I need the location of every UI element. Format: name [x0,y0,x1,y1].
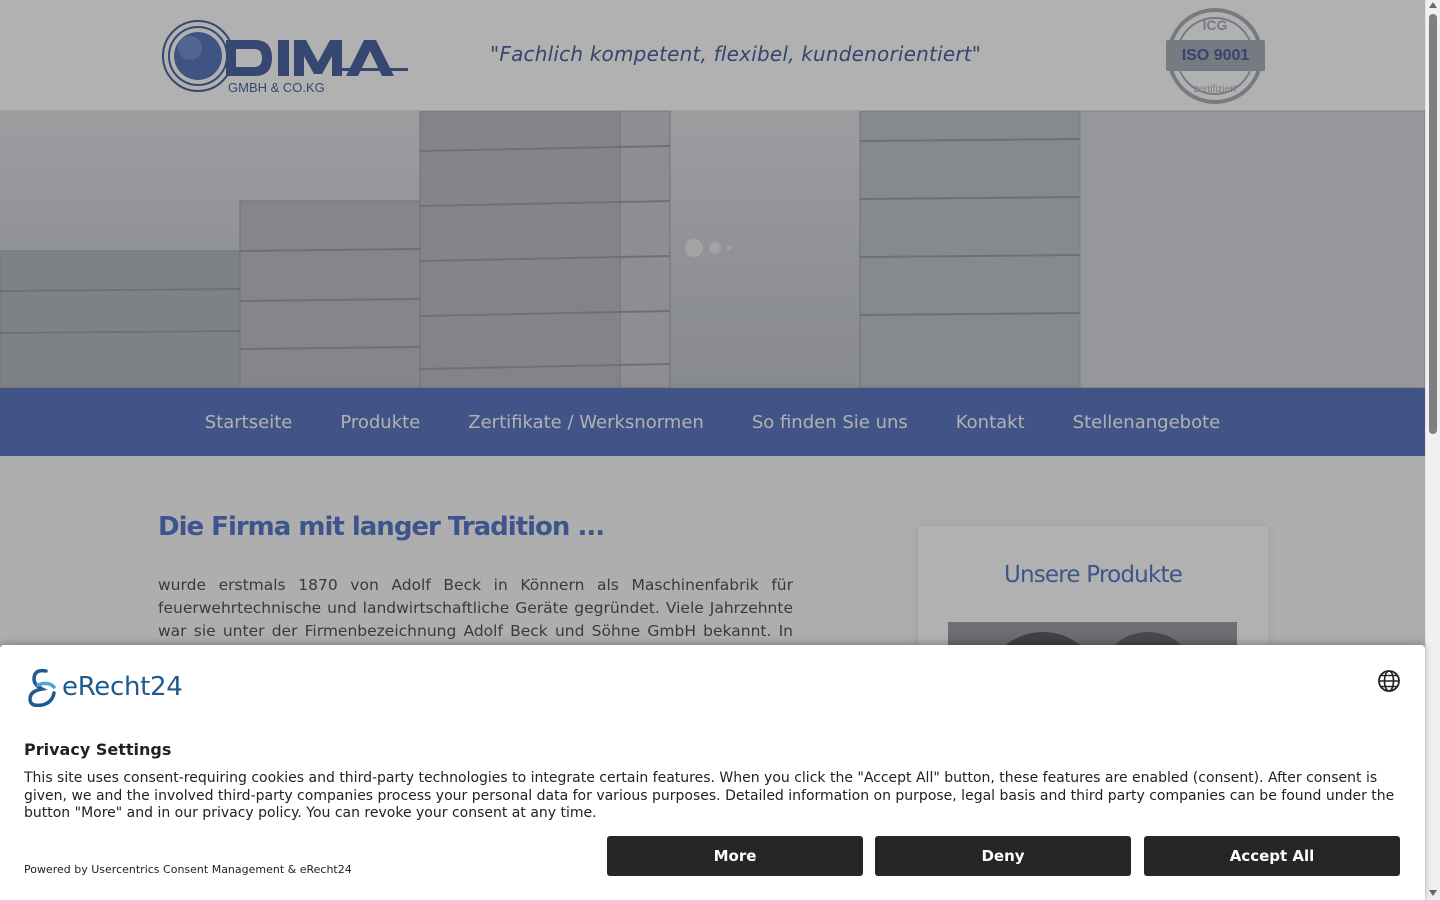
more-button[interactable]: More [607,836,863,876]
scroll-down-arrow-icon[interactable] [1429,890,1437,896]
consent-title: Privacy Settings [24,740,172,759]
accept-all-button[interactable]: Accept All [1144,836,1400,876]
erecht24-logo: eRecht24 [24,667,183,707]
scroll-up-arrow-icon[interactable] [1429,2,1437,8]
consent-description: This site uses consent-requiring cookies… [24,770,1395,821]
privacy-consent-banner: eRecht24 Privacy Settings This site uses… [0,645,1425,900]
page-scrollbar[interactable] [1425,0,1440,900]
globe-icon[interactable] [1377,669,1401,693]
brand-name: eRecht24 [62,672,183,702]
scroll-thumb[interactable] [1429,14,1437,434]
powered-by-text[interactable]: Powered by Usercentrics Consent Manageme… [24,863,352,876]
deny-button[interactable]: Deny [875,836,1131,876]
erecht24-symbol-icon [28,668,56,707]
